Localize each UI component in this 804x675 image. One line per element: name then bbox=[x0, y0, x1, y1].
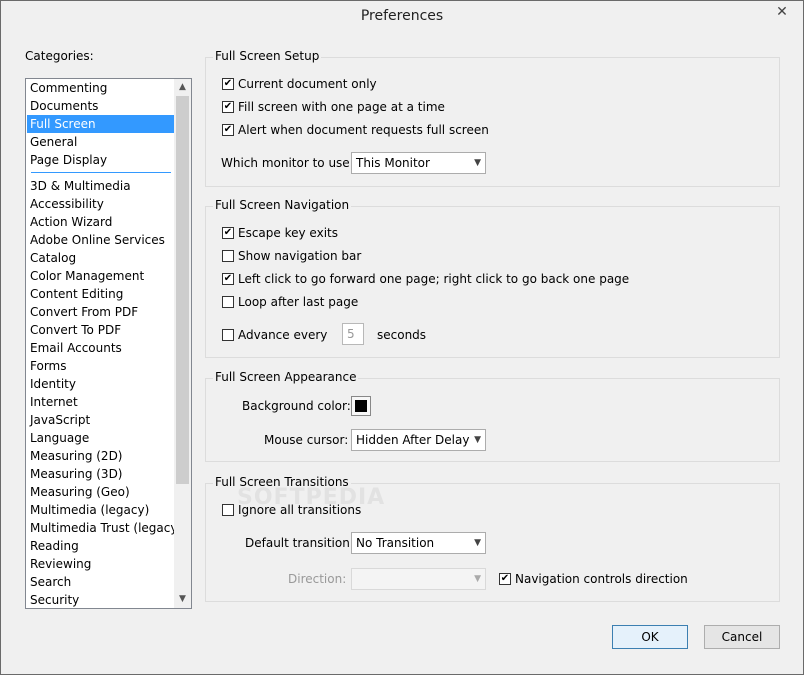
fill-screen-label: Fill screen with one page at a time bbox=[238, 100, 445, 114]
category-item[interactable]: Internet bbox=[27, 393, 175, 411]
categories-list[interactable]: Commenting Documents Full Screen General Pag… bbox=[25, 78, 192, 609]
category-item[interactable]: General bbox=[27, 133, 175, 151]
left-click-forward-label: Left click to go forward one page; right… bbox=[238, 272, 630, 286]
category-item[interactable]: Reading bbox=[27, 537, 175, 555]
group-title-setup: Full Screen Setup bbox=[213, 49, 322, 63]
category-item[interactable]: Measuring (Geo) bbox=[27, 483, 175, 501]
checkbox-checked-icon: ✔ bbox=[499, 573, 511, 585]
group-title-navigation: Full Screen Navigation bbox=[213, 198, 352, 212]
categories-items: Commenting Documents Full Screen General Pag… bbox=[27, 79, 182, 608]
category-item[interactable]: Action Wizard bbox=[27, 213, 175, 231]
category-item[interactable]: Multimedia Trust (legacy) bbox=[27, 519, 182, 537]
default-transition-select-value: No Transition bbox=[356, 536, 435, 550]
checkbox-checked-icon: ✔ bbox=[222, 101, 234, 113]
mouse-cursor-label: Mouse cursor: bbox=[264, 433, 349, 447]
category-item[interactable]: 3D & Multimedia bbox=[27, 177, 175, 195]
chevron-down-icon: ▼ bbox=[474, 574, 481, 584]
checkbox-unchecked-icon bbox=[222, 296, 234, 308]
checkbox-checked-icon: ✔ bbox=[222, 227, 234, 239]
ok-button[interactable]: OK bbox=[612, 625, 688, 649]
background-color-label: Background color: bbox=[242, 399, 351, 413]
close-icon[interactable]: ✕ bbox=[767, 2, 797, 22]
navigation-controls-direction-checkbox[interactable]: ✔ Navigation controls direction bbox=[499, 572, 688, 586]
cancel-button[interactable]: Cancel bbox=[704, 625, 780, 649]
loop-after-last-page-label: Loop after last page bbox=[238, 295, 359, 309]
chevron-down-icon: ▼ bbox=[474, 435, 481, 445]
mouse-cursor-select-value: Hidden After Delay bbox=[356, 433, 470, 447]
categories-scrollbar[interactable]: ▲ ▼ bbox=[174, 79, 191, 608]
category-item[interactable]: Forms bbox=[27, 357, 175, 375]
category-item[interactable]: Reviewing bbox=[27, 555, 175, 573]
alert-request-label: Alert when document requests full screen bbox=[238, 123, 489, 137]
category-separator bbox=[27, 169, 175, 177]
chevron-down-icon: ▼ bbox=[474, 158, 481, 168]
default-transition-select[interactable]: No Transition ▼ bbox=[351, 532, 486, 554]
checkbox-unchecked-icon bbox=[222, 504, 234, 516]
category-item[interactable]: Identity bbox=[27, 375, 175, 393]
show-navigation-bar-checkbox[interactable]: Show navigation bar bbox=[222, 249, 361, 263]
category-item[interactable]: Convert To PDF bbox=[27, 321, 175, 339]
advance-every-checkbox[interactable]: Advance every bbox=[222, 328, 327, 342]
scroll-up-arrow-icon[interactable]: ▲ bbox=[174, 79, 191, 96]
category-item[interactable]: Security bbox=[27, 591, 175, 608]
left-click-forward-checkbox[interactable]: ✔ Left click to go forward one page; rig… bbox=[222, 272, 629, 286]
category-item[interactable]: Documents bbox=[27, 97, 175, 115]
full-screen-appearance-group: Full Screen Appearance bbox=[205, 370, 780, 462]
dialog-title: Preferences bbox=[360, 8, 444, 24]
ignore-all-transitions-checkbox[interactable]: Ignore all transitions bbox=[222, 503, 361, 517]
category-item[interactable]: Content Editing bbox=[27, 285, 175, 303]
scroll-down-arrow-icon[interactable]: ▼ bbox=[174, 591, 191, 608]
category-item[interactable]: Email Accounts bbox=[27, 339, 175, 357]
category-item[interactable]: Color Management bbox=[27, 267, 175, 285]
advance-seconds-field[interactable]: 5 bbox=[342, 323, 364, 345]
categories-label: Categories: bbox=[25, 49, 94, 63]
advance-every-label: Advance every bbox=[238, 328, 328, 342]
show-navigation-bar-label: Show navigation bar bbox=[238, 249, 362, 263]
mouse-cursor-select[interactable]: Hidden After Delay ▼ bbox=[351, 429, 486, 451]
group-title-appearance: Full Screen Appearance bbox=[213, 370, 359, 384]
direction-label: Direction: bbox=[288, 572, 347, 586]
category-item[interactable]: Convert From PDF bbox=[27, 303, 175, 321]
category-item[interactable]: Catalog bbox=[27, 249, 175, 267]
scroll-thumb[interactable] bbox=[176, 96, 189, 484]
seconds-label: seconds bbox=[377, 328, 427, 342]
category-item[interactable]: Page Display bbox=[27, 151, 175, 169]
direction-select[interactable]: ▼ bbox=[351, 568, 486, 590]
checkbox-checked-icon: ✔ bbox=[222, 273, 234, 285]
monitor-select-value: This Monitor bbox=[356, 156, 430, 170]
category-item[interactable]: Full Screen bbox=[27, 115, 175, 133]
escape-key-exits-checkbox[interactable]: ✔ Escape key exits bbox=[222, 226, 338, 240]
category-item[interactable]: Measuring (3D) bbox=[27, 465, 175, 483]
category-item[interactable]: Measuring (2D) bbox=[27, 447, 175, 465]
default-transition-label: Default transition: bbox=[245, 536, 354, 550]
category-item[interactable]: Multimedia (legacy) bbox=[27, 501, 175, 519]
loop-after-last-page-checkbox[interactable]: Loop after last page bbox=[222, 295, 358, 309]
alert-request-checkbox[interactable]: ✔ Alert when document requests full scre… bbox=[222, 123, 489, 137]
monitor-select[interactable]: This Monitor ▼ bbox=[351, 152, 486, 174]
category-item[interactable]: Accessibility bbox=[27, 195, 175, 213]
category-item[interactable]: JavaScript bbox=[27, 411, 175, 429]
category-item[interactable]: Language bbox=[27, 429, 175, 447]
current-document-only-checkbox[interactable]: ✔ Current document only bbox=[222, 77, 377, 91]
checkbox-unchecked-icon bbox=[222, 250, 234, 262]
checkbox-unchecked-icon bbox=[222, 329, 234, 341]
fill-screen-checkbox[interactable]: ✔ Fill screen with one page at a time bbox=[222, 100, 445, 114]
category-item[interactable]: Search bbox=[27, 573, 175, 591]
chevron-down-icon: ▼ bbox=[474, 538, 481, 548]
background-color-swatch[interactable] bbox=[351, 396, 371, 416]
category-item[interactable]: Commenting bbox=[27, 79, 175, 97]
current-document-only-label: Current document only bbox=[238, 77, 377, 91]
checkbox-checked-icon: ✔ bbox=[222, 124, 234, 136]
category-item[interactable]: Adobe Online Services bbox=[27, 231, 175, 249]
title-bar: Preferences ✕ bbox=[1, 1, 803, 31]
escape-key-exits-label: Escape key exits bbox=[238, 226, 338, 240]
preferences-dialog: Preferences ✕ Categories: Commenting Docu… bbox=[0, 0, 804, 675]
checkbox-checked-icon: ✔ bbox=[222, 78, 234, 90]
navigation-controls-direction-label: Navigation controls direction bbox=[515, 572, 688, 586]
ignore-all-transitions-label: Ignore all transitions bbox=[238, 503, 362, 517]
monitor-label: Which monitor to use: bbox=[221, 156, 354, 170]
